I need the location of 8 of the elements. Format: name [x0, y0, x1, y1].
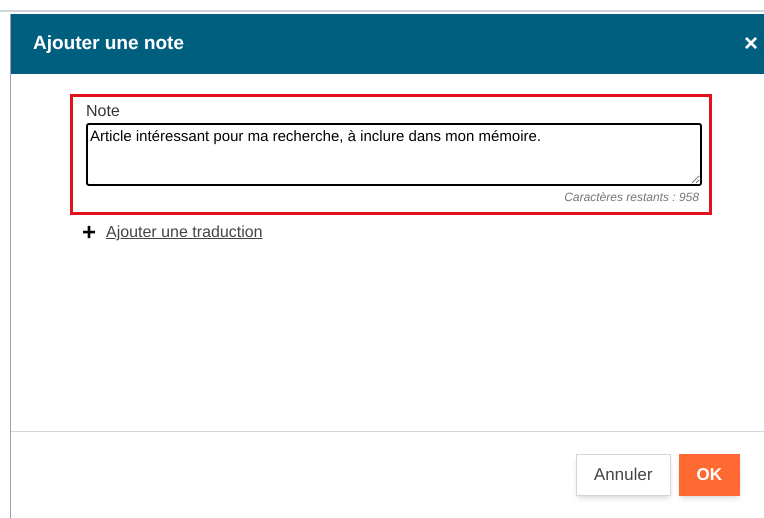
note-field[interactable]: Article intéressant pour ma recherche, à inclure dans mon mémoire. [86, 123, 702, 186]
cancel-button[interactable]: Annuler [576, 454, 670, 496]
character-counter: Caractères restants : 958 [564, 189, 699, 206]
dialog-title: Ajouter une note [33, 32, 184, 56]
note-label: Note [86, 102, 121, 122]
plus-icon: + [82, 221, 96, 245]
add-translation-link[interactable]: Ajouter une traduction [106, 221, 263, 245]
close-button[interactable]: × [744, 32, 758, 56]
